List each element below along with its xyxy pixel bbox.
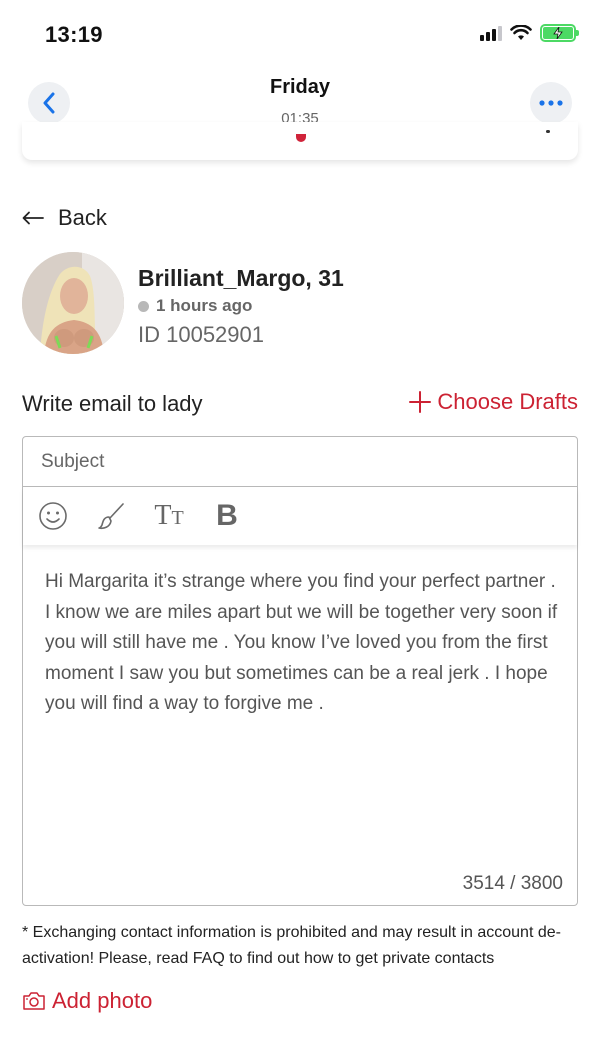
contact-notice: * Exchanging contact information is proh… bbox=[22, 924, 561, 967]
nav-title: Friday bbox=[269, 76, 331, 98]
compose-title: Write email to lady bbox=[22, 391, 203, 416]
more-horizontal-icon bbox=[539, 100, 563, 106]
status-time: 13:19 bbox=[45, 22, 103, 47]
choose-drafts-label: Choose Drafts bbox=[437, 389, 578, 414]
card-peek bbox=[22, 122, 578, 160]
email-form: Subject TT B Hi Margarita it’s strange w… bbox=[22, 436, 578, 906]
camera-icon bbox=[23, 992, 45, 1010]
text-size-button[interactable]: TT bbox=[153, 500, 185, 532]
bold-button[interactable]: B bbox=[211, 499, 243, 532]
char-counter: 3514 / 3800 bbox=[462, 873, 563, 894]
plus-icon bbox=[409, 391, 432, 413]
wifi-icon bbox=[510, 25, 532, 40]
profile-id: ID 10052901 bbox=[138, 322, 264, 347]
status-bar: 13:19 bbox=[0, 0, 600, 66]
message-textarea[interactable]: Hi Margarita it’s strange where you find… bbox=[23, 545, 577, 720]
smiley-icon bbox=[39, 502, 67, 530]
subject-input[interactable]: Subject bbox=[23, 437, 577, 487]
back-link[interactable]: Back bbox=[22, 205, 107, 231]
avatar-image bbox=[22, 252, 124, 354]
brush-icon bbox=[98, 503, 124, 530]
offline-dot-icon bbox=[138, 300, 149, 312]
heart-icon bbox=[296, 134, 306, 142]
more-button[interactable] bbox=[530, 82, 572, 124]
status-icons bbox=[480, 24, 579, 42]
card-mark bbox=[546, 130, 550, 133]
add-photo-label: Add photo bbox=[52, 988, 153, 1013]
battery-charging-icon bbox=[540, 24, 579, 42]
last-seen: 1 hours ago bbox=[156, 296, 253, 315]
arrow-left-icon bbox=[22, 211, 44, 225]
profile-status: 1 hours ago bbox=[138, 296, 252, 316]
signal-icon bbox=[480, 25, 502, 41]
add-photo-button[interactable]: Add photo bbox=[22, 988, 152, 1014]
bold-icon: B bbox=[216, 499, 238, 532]
subject-placeholder: Subject bbox=[41, 450, 105, 472]
back-label: Back bbox=[58, 205, 107, 230]
emoji-button[interactable] bbox=[37, 500, 69, 532]
text-size-icon: TT bbox=[154, 500, 184, 531]
avatar[interactable] bbox=[22, 252, 124, 354]
choose-drafts-button[interactable]: Choose Drafts bbox=[409, 389, 578, 415]
brush-button[interactable] bbox=[95, 500, 127, 532]
profile-name[interactable]: Brilliant_Margo, 31 bbox=[138, 265, 344, 292]
format-toolbar: TT B bbox=[23, 487, 577, 545]
